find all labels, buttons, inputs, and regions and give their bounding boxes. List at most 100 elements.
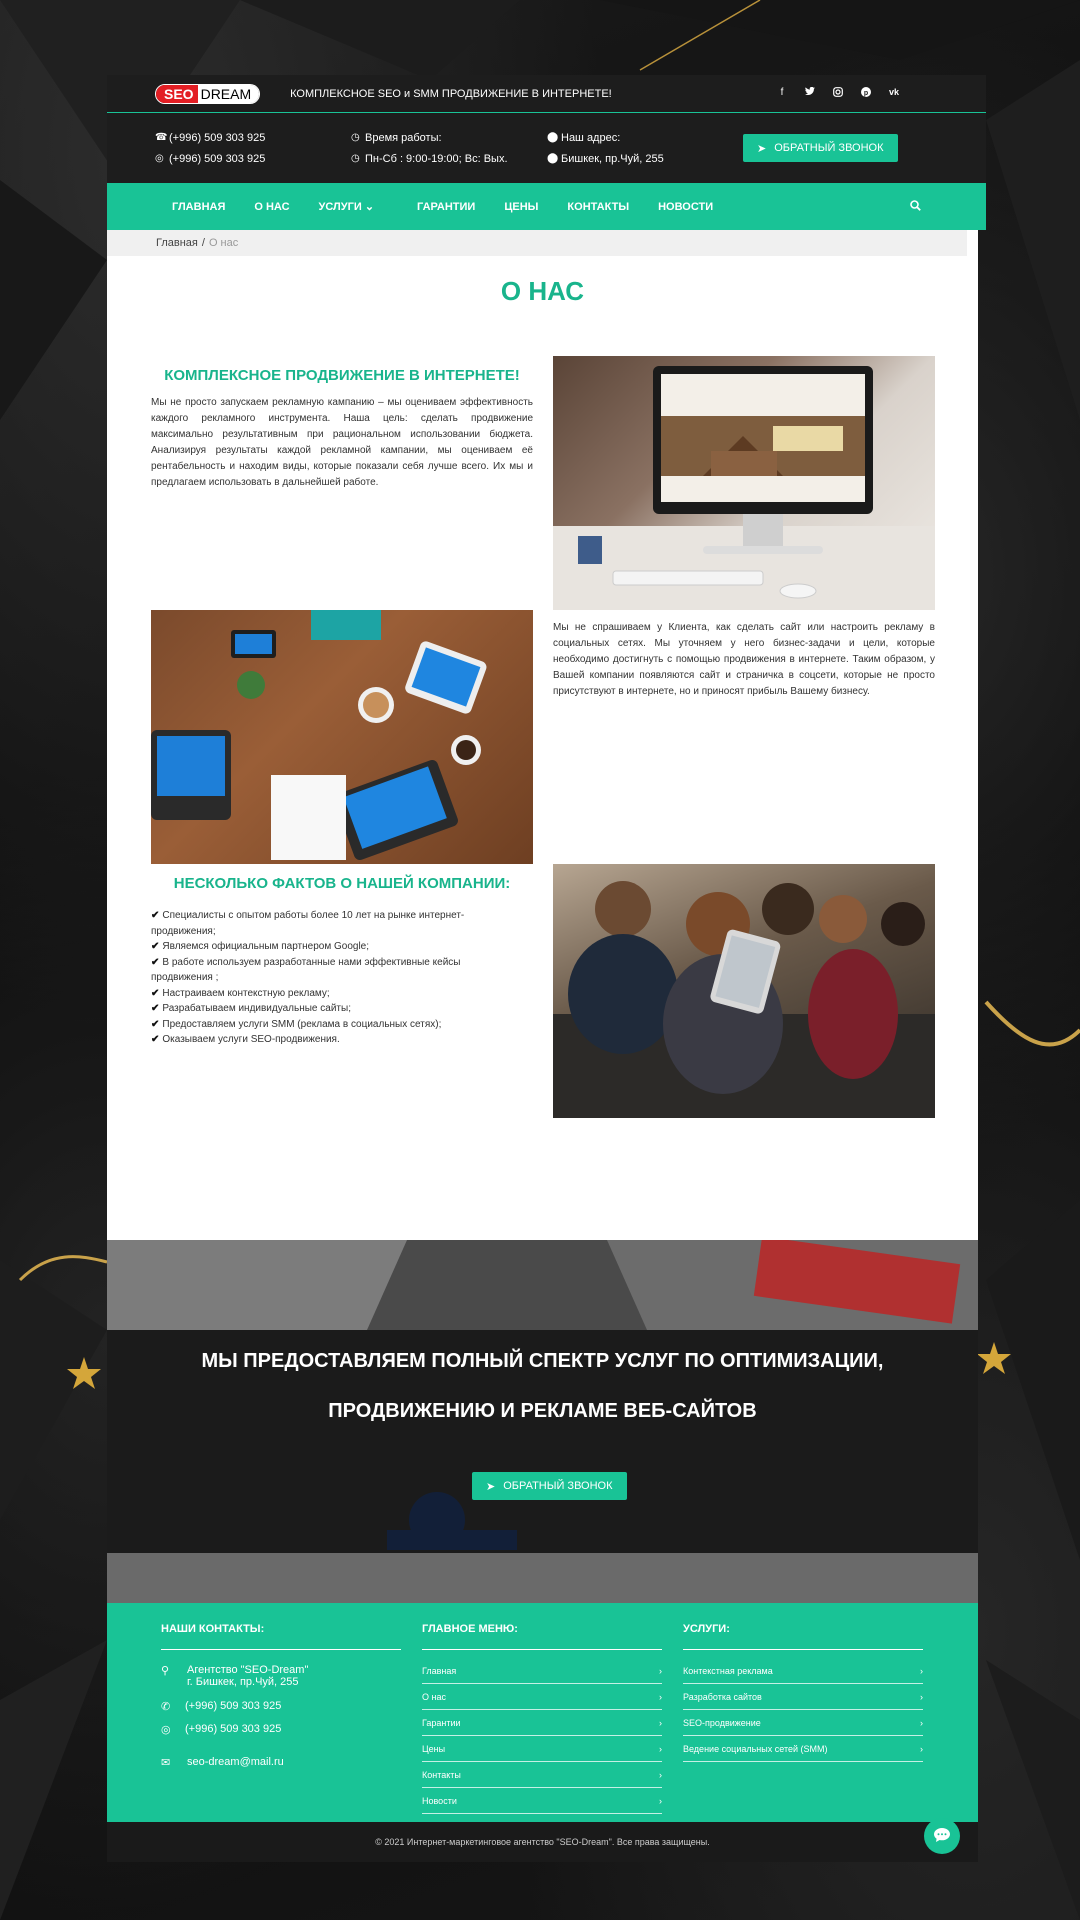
- main-content: Главная / О нас О НАС КОМПЛЕКСНОЕ ПРОДВИ…: [107, 230, 978, 1240]
- page-title: О НАС: [500, 276, 585, 306]
- footer-menu-item[interactable]: О нас ›: [422, 1684, 662, 1710]
- logo[interactable]: SEO DREAM: [155, 83, 261, 104]
- footer-service-item[interactable]: Контекстная реклама ›: [683, 1658, 923, 1684]
- whatsapp-icon: ◎: [161, 1724, 171, 1736]
- footer-phone-2[interactable]: ◎ (+996) 509 303 925: [161, 1723, 401, 1736]
- pinterest-icon[interactable]: p: [852, 87, 880, 100]
- footer-service-item[interactable]: Ведение социальных сетей (SMM) ›: [683, 1736, 923, 1762]
- footer-services-title: УСЛУГИ:: [683, 1623, 923, 1650]
- footer-services: УСЛУГИ: Контекстная реклама › Разработка …: [683, 1623, 923, 1762]
- map-marker-icon: ⬤: [547, 153, 559, 164]
- footer-menu-title: ГЛАВНОЕ МЕНЮ:: [422, 1623, 662, 1650]
- phones: ☎ (+996) 509 303 925 ◎ (+996) 509 303 925: [155, 127, 351, 169]
- footer-menu-item[interactable]: Новости ›: [422, 1788, 662, 1814]
- hours-value: Пн-Сб : 9:00-19:00; Вс: Вых.: [365, 152, 508, 165]
- banner-headline-2: ПРОДВИЖЕНИЮ И РЕКЛАМЕ ВЕБ-САЙТОВ: [328, 1400, 757, 1422]
- facts-title: НЕСКОЛЬКО ФАКТОВ О НАШЕЙ КОМПАНИИ:: [173, 875, 511, 892]
- facebook-icon[interactable]: f: [768, 87, 796, 100]
- check-icon: ✔: [151, 1003, 160, 1014]
- banner-callback-button[interactable]: ➤ ОБРАТНЫЙ ЗВОНОК: [472, 1472, 627, 1500]
- site-wrapper: SEO DREAM КОМПЛЕКСНОЕ SEO и SMM ПРОДВИЖЕ…: [107, 75, 986, 1862]
- nav-item-home[interactable]: ГЛАВНАЯ: [172, 201, 225, 213]
- copyright-bar: © 2021 Интернет-маркетинговое агентство …: [107, 1818, 978, 1862]
- banner-callback-label: ОБРАТНЫЙ ЗВОНОК: [503, 1480, 613, 1492]
- phone-1[interactable]: (+996) 509 303 925: [169, 132, 265, 144]
- logo-dream: DREAM: [197, 84, 260, 103]
- chevron-right-icon: ›: [659, 1769, 662, 1780]
- footer-menu-item[interactable]: Главная ›: [422, 1658, 662, 1684]
- breadcrumb: Главная / О нас: [107, 230, 967, 256]
- chevron-right-icon: ›: [920, 1691, 923, 1702]
- vk-icon[interactable]: vk: [880, 87, 908, 100]
- section-1-text: Мы не просто запускаем рекламную кампани…: [151, 397, 533, 488]
- clock-icon: ◷: [351, 153, 360, 164]
- footer-menu: ГЛАВНОЕ МЕНЮ: Главная › О нас › Гарантии › …: [422, 1623, 662, 1814]
- monitor-photo: [553, 356, 935, 610]
- info-bar: ☎ (+996) 509 303 925 ◎ (+996) 509 303 925 …: [107, 113, 986, 183]
- footer-address: ⚲ Агентство "SEO-Dream" г. Бишкек, пр.Чуй…: [161, 1664, 309, 1688]
- work-hours: ◷ Время работы: ◷ Пн-Сб : 9:00-19:00; Вс: …: [351, 127, 547, 169]
- map-marker-icon: ⚲: [161, 1665, 170, 1677]
- students-photo: [553, 864, 935, 1118]
- team-desk-photo: [151, 610, 533, 864]
- whatsapp-icon: ◎: [155, 153, 164, 164]
- top-bar: SEO DREAM КОМПЛЕКСНОЕ SEO и SMM ПРОДВИЖЕ…: [107, 75, 986, 113]
- section-2-text: Мы не спрашиваем у Клиента, как сделать …: [553, 622, 935, 697]
- footer-email[interactable]: ✉ seo-dream@mail.ru: [161, 1756, 401, 1769]
- facts-list: ✔ Специалисты с опытом работы более 10 ле…: [151, 908, 511, 1048]
- footer-menu-item[interactable]: Контакты ›: [422, 1762, 662, 1788]
- tagline: КОМПЛЕКСНОЕ SEO и SMM ПРОДВИЖЕНИЕ В ИНТЕ…: [290, 87, 612, 100]
- chat-button[interactable]: [924, 1818, 960, 1854]
- list-item: ✔ Специалисты с опытом работы более 10 ле…: [151, 910, 465, 937]
- chevron-right-icon: ›: [659, 1691, 662, 1702]
- banner-headline-1: МЫ ПРЕДОСТАВЛЯЕМ ПОЛНЫЙ СПЕКТР УСЛУГ ПО …: [201, 1350, 884, 1372]
- chevron-down-icon: ⌄: [361, 201, 375, 213]
- footer-menu-item[interactable]: Цены ›: [422, 1736, 662, 1762]
- nav-item-services[interactable]: УСЛУГИ ⌄: [319, 200, 375, 213]
- main-nav: ГЛАВНАЯ О НАС УСЛУГИ ⌄ ГАРАНТИИ ЦЕНЫ КОН…: [107, 183, 986, 230]
- nav-item-about[interactable]: О НАС: [254, 201, 289, 213]
- address: ⬤ Наш адрес: ⬤ Бишкек, пр.Чуй, 255: [547, 127, 743, 169]
- instagram-icon[interactable]: [824, 87, 852, 100]
- search-icon[interactable]: [910, 199, 921, 214]
- section-1-title: КОМПЛЕКСНОЕ ПРОДВИЖЕНИЕ В ИНТЕРНЕТЕ!: [164, 367, 520, 384]
- footer: НАШИ КОНТАКТЫ: ⚲ Агентство "SEO-Dream" г.…: [107, 1603, 978, 1822]
- social-links: f p vk: [768, 86, 908, 100]
- chevron-right-icon: ›: [659, 1665, 662, 1676]
- breadcrumb-home[interactable]: Главная: [156, 237, 198, 249]
- breadcrumb-current: О нас: [208, 237, 239, 249]
- address-value: Бишкек, пр.Чуй, 255: [561, 152, 664, 165]
- nav-services-label: УСЛУГИ: [318, 201, 362, 213]
- check-icon: ✔: [151, 910, 160, 921]
- envelope-icon: ✉: [161, 1757, 171, 1769]
- chevron-right-icon: ›: [659, 1795, 662, 1806]
- check-icon: ✔: [151, 1034, 160, 1045]
- list-item: ✔ Предоставляем услуги SMM (реклама в соц…: [151, 1018, 442, 1030]
- nav-item-contacts[interactable]: КОНТАКТЫ: [567, 201, 629, 213]
- footer-service-item[interactable]: SEO-продвижение ›: [683, 1710, 923, 1736]
- paper-plane-icon: ➤: [757, 142, 767, 155]
- twitter-icon[interactable]: [796, 86, 824, 100]
- map-marker-icon: ⬤: [547, 132, 559, 143]
- list-item: ✔ Оказываем услуги SEO-продвижения.: [151, 1034, 340, 1045]
- chevron-right-icon: ›: [659, 1717, 662, 1728]
- nav-item-prices[interactable]: ЦЕНЫ: [504, 201, 538, 213]
- chevron-right-icon: ›: [920, 1743, 923, 1754]
- footer-contacts: НАШИ КОНТАКТЫ: ⚲ Агентство "SEO-Dream" г.…: [161, 1623, 401, 1769]
- check-icon: ✔: [151, 956, 160, 968]
- phone-2[interactable]: (+996) 509 303 925: [169, 153, 265, 165]
- phone-icon: ☎: [155, 132, 168, 143]
- nav-item-guarantees[interactable]: ГАРАНТИИ: [417, 201, 475, 213]
- paper-plane-icon: ➤: [486, 1480, 496, 1493]
- footer-service-item[interactable]: Разработка сайтов ›: [683, 1684, 923, 1710]
- footer-phone-1[interactable]: ✆ (+996) 509 303 925: [161, 1700, 401, 1713]
- cta-banner: МЫ ПРЕДОСТАВЛЯЕМ ПОЛНЫЙ СПЕКТР УСЛУГ ПО …: [107, 1240, 978, 1603]
- clock-icon: ◷: [351, 132, 360, 143]
- callback-button[interactable]: ➤ ОБРАТНЫЙ ЗВОНОК: [743, 134, 898, 162]
- nav-item-news[interactable]: НОВОСТИ: [658, 201, 713, 213]
- footer-menu-item[interactable]: Гарантии ›: [422, 1710, 662, 1736]
- svg-text:p: p: [864, 90, 868, 97]
- breadcrumb-separator: /: [201, 237, 205, 249]
- list-item: ✔ В работе используем разработанные нами …: [151, 956, 461, 984]
- list-item: ✔ Разрабатываем индивидуальные сайты;: [151, 1003, 351, 1014]
